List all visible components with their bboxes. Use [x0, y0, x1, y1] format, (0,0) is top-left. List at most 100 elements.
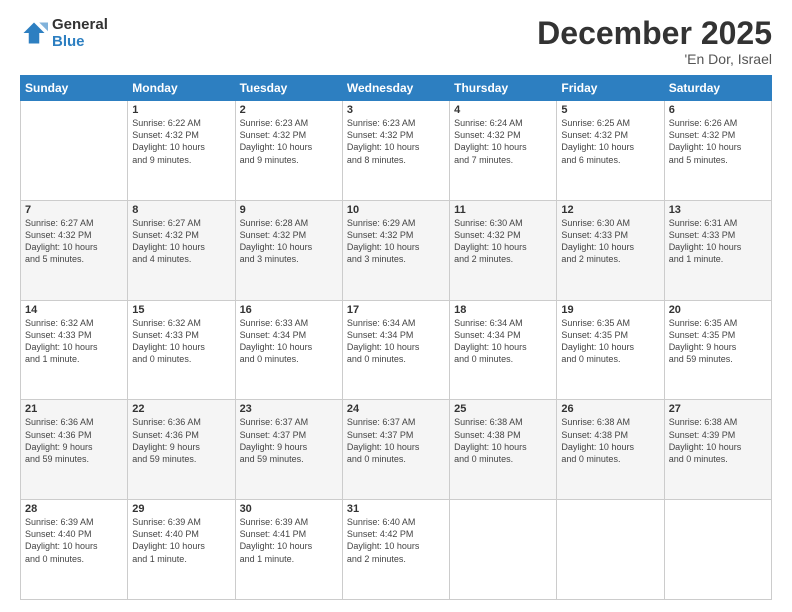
day-cell: 10Sunrise: 6:29 AM Sunset: 4:32 PM Dayli… [342, 200, 449, 300]
day-number: 27 [669, 403, 767, 415]
day-info: Sunrise: 6:32 AM Sunset: 4:33 PM Dayligh… [132, 317, 230, 366]
weekday-header-friday: Friday [557, 76, 664, 101]
day-cell: 23Sunrise: 6:37 AM Sunset: 4:37 PM Dayli… [235, 400, 342, 500]
day-cell: 30Sunrise: 6:39 AM Sunset: 4:41 PM Dayli… [235, 500, 342, 600]
day-number: 23 [240, 403, 338, 415]
day-number: 4 [454, 104, 552, 116]
day-info: Sunrise: 6:39 AM Sunset: 4:40 PM Dayligh… [25, 516, 123, 565]
day-info: Sunrise: 6:25 AM Sunset: 4:32 PM Dayligh… [561, 117, 659, 166]
day-number: 21 [25, 403, 123, 415]
logo-icon [20, 19, 48, 47]
day-info: Sunrise: 6:27 AM Sunset: 4:32 PM Dayligh… [132, 217, 230, 266]
day-info: Sunrise: 6:26 AM Sunset: 4:32 PM Dayligh… [669, 117, 767, 166]
day-cell: 13Sunrise: 6:31 AM Sunset: 4:33 PM Dayli… [664, 200, 771, 300]
day-number: 6 [669, 104, 767, 116]
logo: General Blue [20, 16, 108, 51]
day-cell: 2Sunrise: 6:23 AM Sunset: 4:32 PM Daylig… [235, 101, 342, 201]
day-info: Sunrise: 6:34 AM Sunset: 4:34 PM Dayligh… [347, 317, 445, 366]
day-info: Sunrise: 6:23 AM Sunset: 4:32 PM Dayligh… [347, 117, 445, 166]
weekday-header-row: SundayMondayTuesdayWednesdayThursdayFrid… [21, 76, 772, 101]
day-info: Sunrise: 6:22 AM Sunset: 4:32 PM Dayligh… [132, 117, 230, 166]
day-info: Sunrise: 6:36 AM Sunset: 4:36 PM Dayligh… [25, 416, 123, 465]
day-number: 29 [132, 503, 230, 515]
day-cell: 16Sunrise: 6:33 AM Sunset: 4:34 PM Dayli… [235, 300, 342, 400]
day-cell: 27Sunrise: 6:38 AM Sunset: 4:39 PM Dayli… [664, 400, 771, 500]
location: 'En Dor, Israel [537, 51, 772, 67]
day-cell: 20Sunrise: 6:35 AM Sunset: 4:35 PM Dayli… [664, 300, 771, 400]
day-cell [557, 500, 664, 600]
day-info: Sunrise: 6:27 AM Sunset: 4:32 PM Dayligh… [25, 217, 123, 266]
day-cell: 18Sunrise: 6:34 AM Sunset: 4:34 PM Dayli… [450, 300, 557, 400]
day-number: 5 [561, 104, 659, 116]
day-number: 15 [132, 304, 230, 316]
day-info: Sunrise: 6:36 AM Sunset: 4:36 PM Dayligh… [132, 416, 230, 465]
day-number: 28 [25, 503, 123, 515]
day-number: 2 [240, 104, 338, 116]
day-info: Sunrise: 6:29 AM Sunset: 4:32 PM Dayligh… [347, 217, 445, 266]
week-row-3: 14Sunrise: 6:32 AM Sunset: 4:33 PM Dayli… [21, 300, 772, 400]
day-info: Sunrise: 6:31 AM Sunset: 4:33 PM Dayligh… [669, 217, 767, 266]
day-cell: 19Sunrise: 6:35 AM Sunset: 4:35 PM Dayli… [557, 300, 664, 400]
day-info: Sunrise: 6:35 AM Sunset: 4:35 PM Dayligh… [561, 317, 659, 366]
day-cell: 7Sunrise: 6:27 AM Sunset: 4:32 PM Daylig… [21, 200, 128, 300]
day-number: 19 [561, 304, 659, 316]
title-block: December 2025 'En Dor, Israel [537, 16, 772, 67]
day-info: Sunrise: 6:35 AM Sunset: 4:35 PM Dayligh… [669, 317, 767, 366]
day-info: Sunrise: 6:38 AM Sunset: 4:39 PM Dayligh… [669, 416, 767, 465]
day-cell: 11Sunrise: 6:30 AM Sunset: 4:32 PM Dayli… [450, 200, 557, 300]
day-cell: 5Sunrise: 6:25 AM Sunset: 4:32 PM Daylig… [557, 101, 664, 201]
day-number: 25 [454, 403, 552, 415]
day-info: Sunrise: 6:39 AM Sunset: 4:40 PM Dayligh… [132, 516, 230, 565]
day-cell: 17Sunrise: 6:34 AM Sunset: 4:34 PM Dayli… [342, 300, 449, 400]
day-number: 3 [347, 104, 445, 116]
day-cell [21, 101, 128, 201]
day-cell: 31Sunrise: 6:40 AM Sunset: 4:42 PM Dayli… [342, 500, 449, 600]
day-number: 16 [240, 304, 338, 316]
day-number: 18 [454, 304, 552, 316]
day-number: 12 [561, 204, 659, 216]
day-cell: 28Sunrise: 6:39 AM Sunset: 4:40 PM Dayli… [21, 500, 128, 600]
day-info: Sunrise: 6:30 AM Sunset: 4:33 PM Dayligh… [561, 217, 659, 266]
weekday-header-tuesday: Tuesday [235, 76, 342, 101]
day-number: 30 [240, 503, 338, 515]
day-info: Sunrise: 6:33 AM Sunset: 4:34 PM Dayligh… [240, 317, 338, 366]
day-number: 7 [25, 204, 123, 216]
day-number: 8 [132, 204, 230, 216]
day-info: Sunrise: 6:23 AM Sunset: 4:32 PM Dayligh… [240, 117, 338, 166]
day-cell: 6Sunrise: 6:26 AM Sunset: 4:32 PM Daylig… [664, 101, 771, 201]
day-cell: 22Sunrise: 6:36 AM Sunset: 4:36 PM Dayli… [128, 400, 235, 500]
page: General Blue December 2025 'En Dor, Isra… [0, 0, 792, 612]
day-info: Sunrise: 6:24 AM Sunset: 4:32 PM Dayligh… [454, 117, 552, 166]
day-cell: 25Sunrise: 6:38 AM Sunset: 4:38 PM Dayli… [450, 400, 557, 500]
day-number: 1 [132, 104, 230, 116]
day-info: Sunrise: 6:28 AM Sunset: 4:32 PM Dayligh… [240, 217, 338, 266]
week-row-2: 7Sunrise: 6:27 AM Sunset: 4:32 PM Daylig… [21, 200, 772, 300]
day-number: 13 [669, 204, 767, 216]
logo-text: General Blue [52, 16, 108, 51]
calendar-table: SundayMondayTuesdayWednesdayThursdayFrid… [20, 75, 772, 600]
week-row-1: 1Sunrise: 6:22 AM Sunset: 4:32 PM Daylig… [21, 101, 772, 201]
day-cell: 29Sunrise: 6:39 AM Sunset: 4:40 PM Dayli… [128, 500, 235, 600]
month-title: December 2025 [537, 16, 772, 51]
day-cell [664, 500, 771, 600]
week-row-4: 21Sunrise: 6:36 AM Sunset: 4:36 PM Dayli… [21, 400, 772, 500]
weekday-header-sunday: Sunday [21, 76, 128, 101]
day-info: Sunrise: 6:39 AM Sunset: 4:41 PM Dayligh… [240, 516, 338, 565]
day-info: Sunrise: 6:32 AM Sunset: 4:33 PM Dayligh… [25, 317, 123, 366]
day-info: Sunrise: 6:38 AM Sunset: 4:38 PM Dayligh… [561, 416, 659, 465]
day-number: 26 [561, 403, 659, 415]
day-cell: 3Sunrise: 6:23 AM Sunset: 4:32 PM Daylig… [342, 101, 449, 201]
day-number: 14 [25, 304, 123, 316]
day-cell: 15Sunrise: 6:32 AM Sunset: 4:33 PM Dayli… [128, 300, 235, 400]
day-info: Sunrise: 6:40 AM Sunset: 4:42 PM Dayligh… [347, 516, 445, 565]
day-cell: 12Sunrise: 6:30 AM Sunset: 4:33 PM Dayli… [557, 200, 664, 300]
day-cell: 1Sunrise: 6:22 AM Sunset: 4:32 PM Daylig… [128, 101, 235, 201]
day-info: Sunrise: 6:37 AM Sunset: 4:37 PM Dayligh… [240, 416, 338, 465]
day-cell: 24Sunrise: 6:37 AM Sunset: 4:37 PM Dayli… [342, 400, 449, 500]
day-info: Sunrise: 6:30 AM Sunset: 4:32 PM Dayligh… [454, 217, 552, 266]
day-cell: 14Sunrise: 6:32 AM Sunset: 4:33 PM Dayli… [21, 300, 128, 400]
day-number: 9 [240, 204, 338, 216]
day-cell: 8Sunrise: 6:27 AM Sunset: 4:32 PM Daylig… [128, 200, 235, 300]
weekday-header-saturday: Saturday [664, 76, 771, 101]
weekday-header-monday: Monday [128, 76, 235, 101]
